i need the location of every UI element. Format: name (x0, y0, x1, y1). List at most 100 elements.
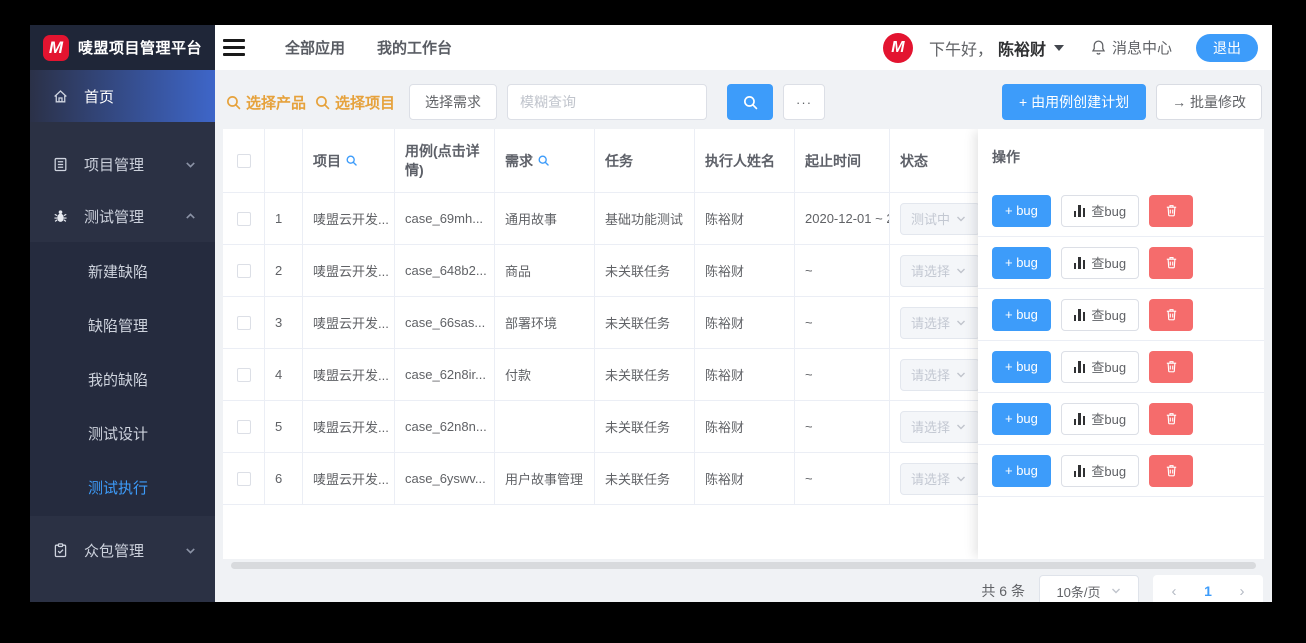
sidebar-item-defect-mgmt[interactable]: 缺陷管理 (30, 298, 215, 352)
index-header (265, 129, 303, 192)
cell-requirement: 商品 (495, 245, 595, 296)
status-select[interactable]: 请选择 (900, 410, 980, 443)
sidebar-item-my-defects[interactable]: 我的缺陷 (30, 352, 215, 406)
view-bug-button[interactable]: 查bug (1060, 246, 1140, 279)
delete-button[interactable] (1149, 350, 1194, 383)
checkbox-cell (223, 453, 265, 504)
tab-my-workbench[interactable]: 我的工作台 (377, 37, 452, 58)
sidebar-item-test-design[interactable]: 测试设计 (30, 406, 215, 460)
checkbox-cell (223, 297, 265, 348)
delete-button[interactable] (1149, 194, 1194, 227)
add-bug-button[interactable]: + bug (992, 194, 1051, 227)
view-bug-button[interactable]: 查bug (1060, 298, 1140, 331)
checkbox-cell (223, 193, 265, 244)
chevron-down-icon (957, 216, 965, 221)
cell-executor: 陈裕财 (695, 245, 795, 296)
message-center-link[interactable]: 消息中心 (1090, 37, 1172, 58)
avatar[interactable]: M (882, 32, 913, 63)
greeting-text: 下午好， (928, 41, 993, 59)
pager: ‹ 1 › (1153, 575, 1263, 602)
row-checkbox[interactable] (236, 263, 251, 278)
status-select[interactable]: 请选择 (900, 358, 980, 391)
view-bug-button[interactable]: 查bug (1060, 454, 1140, 487)
current-page[interactable]: 1 (1191, 583, 1225, 599)
search-input[interactable] (507, 84, 708, 120)
select-all-checkbox[interactable] (236, 153, 251, 168)
cell-case-link[interactable]: case_66sas... (395, 297, 495, 348)
add-bug-button[interactable]: + bug (992, 454, 1051, 487)
cell-status: 请选择 (890, 453, 983, 504)
clipboard-icon (54, 542, 67, 557)
cell-case-link[interactable]: case_62n8ir... (395, 349, 495, 400)
status-select-value: 请选择 (911, 368, 951, 383)
cell-time: ~ (795, 297, 890, 348)
sidebar-item-partial[interactable] (30, 594, 215, 602)
search-icon[interactable] (537, 154, 550, 167)
cell-time: ~ (795, 401, 890, 452)
select-product-link[interactable]: 选择产品 (225, 92, 306, 113)
cell-project: 唛盟云开发... (303, 453, 395, 504)
next-page-button[interactable]: › (1225, 583, 1259, 600)
cell-time: ~ (795, 245, 890, 296)
executor-header: 执行人姓名 (695, 129, 795, 192)
view-bug-button[interactable]: 查bug (1060, 194, 1140, 227)
view-bug-label: 查bug (1091, 464, 1127, 479)
search-button[interactable] (727, 84, 774, 120)
page-size-select[interactable]: 10条/页 (1039, 575, 1139, 602)
delete-button[interactable] (1149, 298, 1194, 331)
prev-page-button[interactable]: ‹ (1157, 583, 1191, 600)
cell-executor: 陈裕财 (695, 349, 795, 400)
view-bug-button[interactable]: 查bug (1060, 350, 1140, 383)
cell-case-link[interactable]: case_62n8n... (395, 401, 495, 452)
status-select[interactable]: 测试中 (900, 202, 980, 235)
cell-status: 请选择 (890, 349, 983, 400)
delete-button[interactable] (1149, 402, 1194, 435)
add-bug-button[interactable]: + bug (992, 402, 1051, 435)
row-checkbox[interactable] (236, 367, 251, 382)
time-header: 起止时间 (795, 129, 890, 192)
sidebar-item-label: 测试管理 (84, 208, 145, 226)
logout-button[interactable]: 退出 (1196, 33, 1258, 62)
cell-case-link[interactable]: case_69mh... (395, 193, 495, 244)
status-select[interactable]: 请选择 (900, 254, 980, 287)
home-icon (54, 89, 67, 102)
batch-edit-button[interactable]: → 批量修改 (1156, 84, 1262, 120)
sidebar-item-project-mgmt[interactable]: 项目管理 (30, 142, 215, 186)
row-checkbox[interactable] (236, 419, 251, 434)
select-requirement-button[interactable]: 选择需求 (409, 84, 498, 120)
sidebar-item-test-execution[interactable]: 测试执行 (30, 460, 215, 514)
create-plan-button[interactable]: + 由用例创建计划 (1002, 84, 1147, 120)
add-bug-button[interactable]: + bug (992, 246, 1051, 279)
sidebar-item-test-mgmt[interactable]: 测试管理 (30, 194, 215, 238)
status-select[interactable]: 请选择 (900, 306, 980, 339)
sidebar-item-home[interactable]: 首页 (30, 70, 215, 122)
select-project-label: 选择项目 (335, 94, 396, 112)
more-button[interactable]: ··· (783, 84, 826, 120)
row-checkbox[interactable] (236, 471, 251, 486)
row-checkbox[interactable] (236, 211, 251, 226)
select-project-link[interactable]: 选择项目 (314, 92, 395, 113)
horizontal-scrollbar[interactable] (231, 562, 1256, 569)
row-checkbox[interactable] (236, 315, 251, 330)
chevron-down-icon (957, 476, 965, 481)
sidebar-item-crowdsourcing[interactable]: 众包管理 (30, 528, 215, 572)
add-bug-button[interactable]: + bug (992, 298, 1051, 331)
sidebar-item-new-defect[interactable]: 新建缺陷 (30, 244, 215, 298)
bug-icon (54, 209, 67, 222)
tab-all-apps[interactable]: 全部应用 (285, 37, 345, 58)
user-menu[interactable]: 下午好， 陈裕财 (929, 36, 1064, 60)
trash-icon (1166, 465, 1176, 477)
cell-case-link[interactable]: case_6yswv... (395, 453, 495, 504)
status-select[interactable]: 请选择 (900, 462, 980, 495)
checkbox-cell (223, 349, 265, 400)
view-bug-button[interactable]: 查bug (1060, 402, 1140, 435)
cell-task: 未关联任务 (595, 453, 695, 504)
bar-chart-icon (1073, 464, 1086, 477)
cell-executor: 陈裕财 (695, 193, 795, 244)
cell-case-link[interactable]: case_648b2... (395, 245, 495, 296)
menu-toggle-icon[interactable] (223, 39, 245, 56)
delete-button[interactable] (1149, 246, 1194, 279)
add-bug-button[interactable]: + bug (992, 350, 1051, 383)
search-icon[interactable] (345, 154, 358, 167)
delete-button[interactable] (1149, 454, 1194, 487)
